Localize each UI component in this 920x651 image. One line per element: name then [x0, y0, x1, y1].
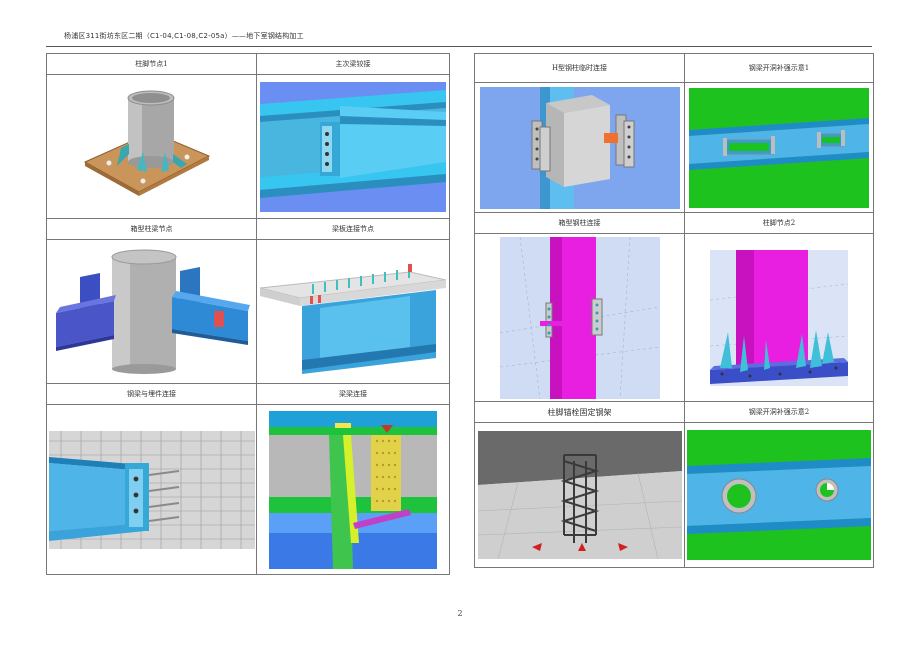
figure-caption: 钢梁开洞补强示意1: [684, 53, 874, 83]
box-column-connection-image: [499, 236, 660, 399]
beam-opening-reinforcement-1-image: [689, 87, 869, 208]
figure-caption: H型钢柱临时连接: [474, 53, 685, 83]
figure-caption: 钢梁与埋件连接: [46, 383, 257, 405]
figure-caption: 柱脚节点2: [684, 212, 874, 234]
column-base-node-2-image: [710, 249, 848, 386]
figure-caption: 梁梁连接: [256, 383, 450, 405]
box-column-beam-node-image: [55, 249, 250, 374]
document-header-title: 杨浦区311街坊东区二期（C1-04,C1-08,C2-05a）——地下室钢结构…: [64, 32, 304, 40]
figure-caption: 柱脚节点1: [46, 53, 257, 75]
main-secondary-beam-hinge-image: [260, 81, 446, 212]
beam-slab-connection-node-image: [260, 263, 446, 374]
beam-opening-reinforcement-2-image: [687, 430, 871, 560]
header-divider: [46, 46, 872, 47]
beam-beam-connection-image: [269, 410, 437, 569]
figure-caption: 梁板连接节点: [256, 218, 450, 240]
column-base-node-1-image: [83, 90, 210, 196]
left-figure-table: 柱脚节点1 主次梁铰接 箱型柱梁节点 梁板连接节点 钢梁与埋件连接 梁梁连接: [46, 53, 450, 575]
figure-caption: 钢梁开洞补强示意2: [684, 401, 874, 423]
figure-caption: 主次梁铰接: [256, 53, 450, 75]
column-base-anchor-bolt-frame-image: [477, 431, 682, 559]
h-column-temporary-connection-image: [479, 86, 680, 209]
figure-caption: 箱型钢柱连接: [474, 212, 685, 234]
figure-caption: 箱型柱梁节点: [46, 218, 257, 240]
page-number: 2: [457, 609, 463, 618]
figure-caption: 柱脚锚栓固定钢架: [474, 401, 685, 423]
right-figure-table: H型钢柱临时连接 钢梁开洞补强示意1 箱型钢柱连接 柱脚节点2 柱脚锚栓固定钢架…: [474, 53, 874, 568]
steel-beam-embedded-part-image: [48, 430, 255, 549]
